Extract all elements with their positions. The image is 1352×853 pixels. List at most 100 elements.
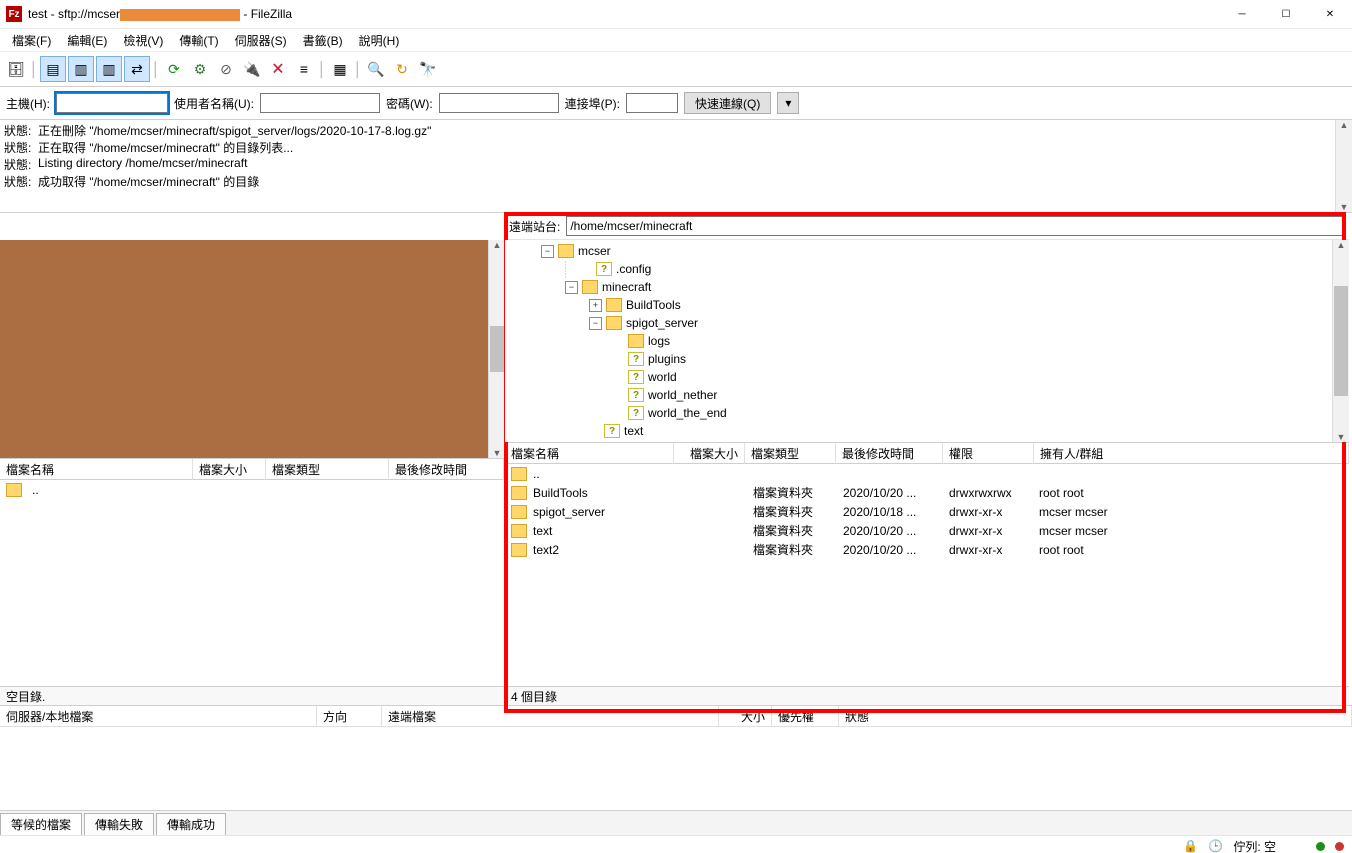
tab-success[interactable]: 傳輸成功	[156, 813, 226, 835]
tree-toggle[interactable]: −	[589, 317, 602, 330]
remote-tree-scrollbar[interactable]: ▲▼	[1332, 240, 1349, 442]
clock-icon: 🕒	[1208, 839, 1223, 853]
table-row[interactable]: text檔案資料夾2020/10/20 ...drwxr-xr-xmcser m…	[505, 521, 1349, 540]
tree-label[interactable]: mcser	[578, 244, 611, 258]
app-icon: Fz	[6, 6, 22, 22]
toggle-queue-icon[interactable]: ⇄	[124, 56, 150, 82]
tree-label[interactable]: world_the_end	[648, 406, 727, 420]
queue-hdr-srv[interactable]: 伺服器/本地檔案	[0, 706, 317, 727]
host-input[interactable]	[56, 93, 168, 113]
log-area[interactable]: 狀態:正在刪除 "/home/mcser/minecraft/spigot_se…	[0, 120, 1352, 213]
table-row[interactable]: BuildTools檔案資料夾2020/10/20 ...drwxrwxrwxr…	[505, 483, 1349, 502]
cancel-icon[interactable]: ⊘	[214, 57, 238, 81]
menu-transfer[interactable]: 傳輸(T)	[171, 30, 226, 51]
tab-failed[interactable]: 傳輸失敗	[84, 813, 154, 835]
remote-path-row: 遠端站台:	[505, 213, 1349, 240]
quickconnect-expand[interactable]: ▾	[777, 92, 799, 114]
table-row[interactable]: spigot_server檔案資料夾2020/10/18 ...drwxr-xr…	[505, 502, 1349, 521]
host-label: 主機(H):	[6, 95, 50, 112]
local-list-body[interactable]: ..	[0, 480, 504, 686]
local-hdr-type[interactable]: 檔案類型	[266, 459, 389, 480]
queue-hdr-remote[interactable]: 遠端檔案	[382, 706, 719, 727]
footer: 🔒 🕒 佇列: 空	[0, 835, 1352, 853]
remote-hdr-type[interactable]: 檔案類型	[745, 443, 836, 464]
local-hdr-size[interactable]: 檔案大小	[193, 459, 266, 480]
toggle-remote-tree-icon[interactable]: ▥	[96, 56, 122, 82]
menu-bar: 檔案(F) 編輯(E) 檢視(V) 傳輸(T) 伺服器(S) 書籤(B) 說明(…	[0, 29, 1352, 51]
log-scrollbar[interactable]: ▲▼	[1335, 120, 1352, 212]
lamp-green-icon	[1316, 842, 1325, 851]
unknown-folder-icon: ?	[628, 406, 644, 420]
queue-hdr-priority[interactable]: 優先權	[772, 706, 839, 727]
disconnect-icon[interactable]: 🔌	[240, 57, 264, 81]
tree-toggle[interactable]: −	[541, 245, 554, 258]
lock-icon[interactable]: 🔒	[1183, 839, 1198, 853]
cell-perm: drwxr-xr-x	[943, 524, 1033, 538]
queue-hdr-dir[interactable]: 方向	[317, 706, 382, 727]
menu-view[interactable]: 檢視(V)	[115, 30, 171, 51]
port-input[interactable]	[626, 93, 678, 113]
search-icon[interactable]: 🔍	[364, 57, 388, 81]
compare-icon[interactable]: ▦	[328, 57, 352, 81]
tree-label[interactable]: world_nether	[648, 388, 717, 402]
local-tree[interactable]: ▲▼	[0, 240, 504, 458]
remote-hdr-mtime[interactable]: 最後修改時間	[836, 443, 943, 464]
tree-label[interactable]: logs	[648, 334, 670, 348]
tree-label[interactable]: plugins	[648, 352, 686, 366]
tree-label[interactable]: .config	[616, 262, 651, 276]
unknown-folder-icon: ?	[604, 424, 620, 438]
remote-list-body[interactable]: ..BuildTools檔案資料夾2020/10/20 ...drwxrwxrw…	[505, 464, 1349, 686]
toggle-local-tree-icon[interactable]: ▥	[68, 56, 94, 82]
close-button[interactable]: ✕	[1308, 0, 1352, 28]
remote-hdr-perm[interactable]: 權限	[943, 443, 1034, 464]
local-hdr-name[interactable]: 檔案名稱	[0, 459, 193, 480]
queue-hdr-size[interactable]: 大小	[719, 706, 772, 727]
table-row[interactable]: text2檔案資料夾2020/10/20 ...drwxr-xr-xroot r…	[505, 540, 1349, 559]
process-icon[interactable]: ↻	[390, 57, 414, 81]
pass-input[interactable]	[439, 93, 559, 113]
unknown-folder-icon: ?	[628, 352, 644, 366]
binoculars-icon[interactable]: 🔭	[416, 57, 440, 81]
tree-label[interactable]: spigot_server	[626, 316, 698, 330]
remote-status-text: 4 個目錄	[511, 688, 557, 705]
tree-toggle[interactable]: −	[565, 281, 578, 294]
cell-type: 檔案資料夾	[747, 484, 837, 501]
remote-tree[interactable]: − mcser ? .config − minecraft + BuildToo…	[505, 240, 1349, 442]
unknown-folder-icon: ?	[628, 388, 644, 402]
tree-toggle[interactable]: +	[589, 299, 602, 312]
menu-server[interactable]: 伺服器(S)	[227, 30, 295, 51]
cell-owner: root root	[1033, 543, 1349, 557]
minimize-button[interactable]: ─	[1220, 0, 1264, 28]
remote-hdr-name[interactable]: 檔案名稱	[505, 443, 674, 464]
remote-path-input[interactable]	[566, 216, 1345, 236]
toggle-log-icon[interactable]: ▤	[40, 56, 66, 82]
remote-hdr-owner[interactable]: 擁有人/群組	[1034, 443, 1349, 464]
queue-hdr-status[interactable]: 狀態	[839, 706, 1352, 727]
unknown-folder-icon: ?	[628, 370, 644, 384]
table-row[interactable]: ..	[505, 464, 1349, 483]
local-tree-scrollbar[interactable]: ▲▼	[488, 240, 504, 458]
menu-edit[interactable]: 編輯(E)	[59, 30, 115, 51]
menu-file[interactable]: 檔案(F)	[4, 30, 59, 51]
site-manager-icon[interactable]: 🗄	[4, 57, 28, 81]
menu-help[interactable]: 說明(H)	[351, 30, 408, 51]
reconnect-icon[interactable]: 🗙	[266, 57, 290, 81]
cell-name: text2	[527, 543, 677, 557]
tree-label[interactable]: world	[648, 370, 677, 384]
settings-icon[interactable]: ⚙	[188, 57, 212, 81]
refresh-icon[interactable]: ⟳	[162, 57, 186, 81]
maximize-button[interactable]: ☐	[1264, 0, 1308, 28]
quickconnect-button[interactable]: 快速連線(Q)	[684, 92, 771, 114]
user-input[interactable]	[260, 93, 380, 113]
tab-queued[interactable]: 等候的檔案	[0, 813, 82, 835]
tree-label[interactable]: text	[624, 424, 643, 438]
queue-area: 伺服器/本地檔案 方向 遠端檔案 大小 優先權 狀態	[0, 706, 1352, 810]
remote-hdr-size[interactable]: 檔案大小	[674, 443, 745, 464]
menu-bookmarks[interactable]: 書籤(B)	[295, 30, 351, 51]
local-updir[interactable]: ..	[26, 483, 45, 497]
tree-label[interactable]: BuildTools	[626, 298, 681, 312]
local-hdr-mtime[interactable]: 最後修改時間	[389, 459, 504, 480]
filter-icon[interactable]: ≡	[292, 57, 316, 81]
folder-icon	[511, 543, 527, 557]
tree-label[interactable]: minecraft	[602, 280, 651, 294]
